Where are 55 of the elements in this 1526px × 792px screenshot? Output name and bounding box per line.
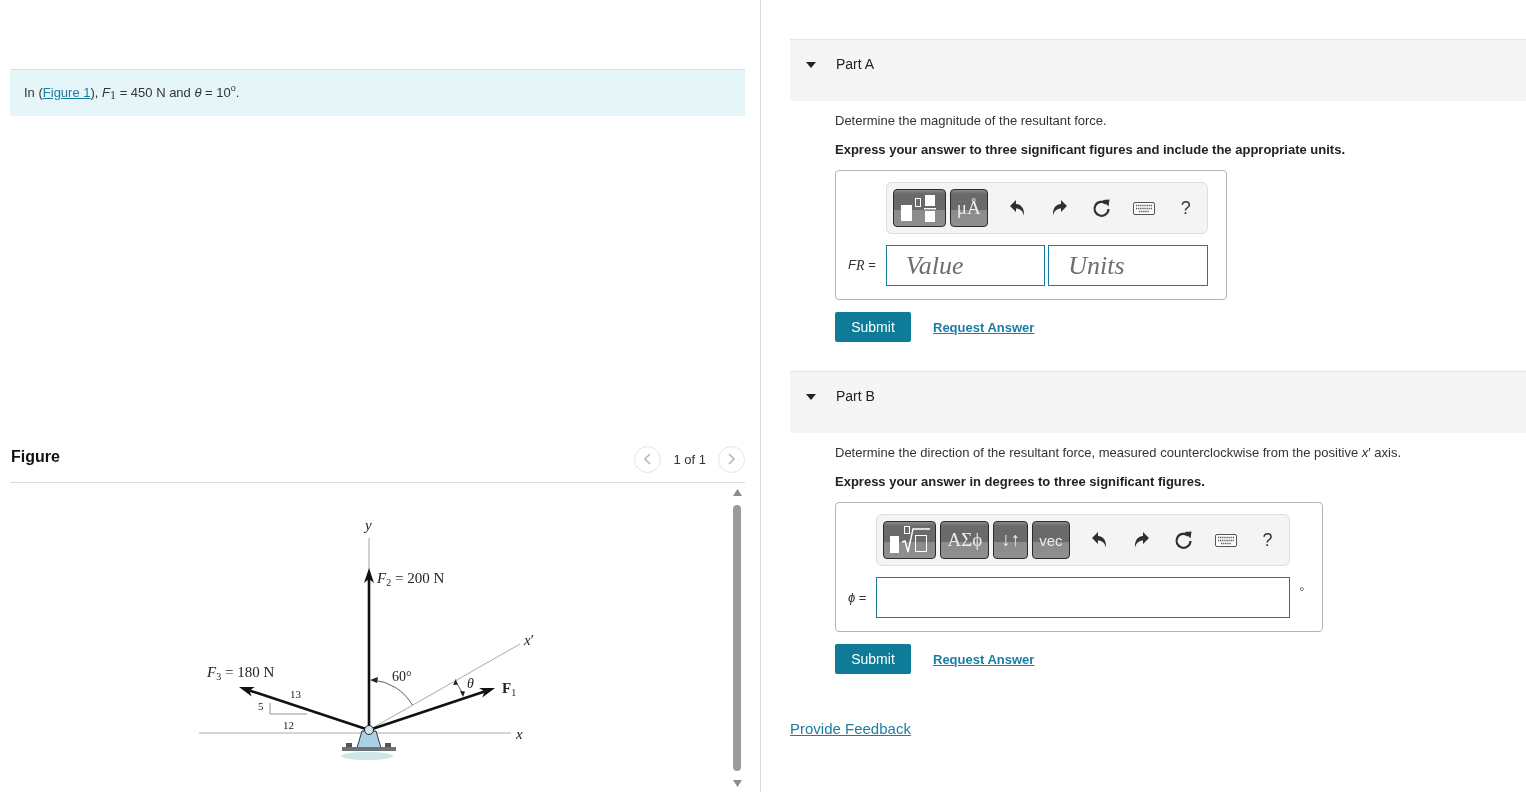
axis-label: x′: [524, 633, 534, 648]
redo-icon[interactable]: [1134, 532, 1150, 548]
answer-field[interactable]: [876, 577, 1290, 618]
slope-label: 13: [290, 689, 301, 700]
part-title: Part B: [836, 388, 875, 404]
part-header[interactable]: Part A: [790, 39, 1526, 101]
force-label: F$_{3}$ = 180 N: [207, 665, 275, 682]
symbol-key[interactable]: ↓↑: [993, 521, 1029, 559]
symbol-key[interactable]: ΑΣϕ: [940, 521, 990, 559]
scroll-up-icon[interactable]: [732, 489, 742, 496]
help-button[interactable]: ?: [1180, 197, 1191, 219]
symbol-key[interactable]: vec: [1032, 521, 1070, 559]
instruction-text: Express your answer in degrees to three significant figures.: [835, 474, 1206, 490]
request-answer-link[interactable]: Request Answer: [933, 319, 1035, 335]
fraction-template-icon: [901, 194, 938, 222]
slope-label: 12: [283, 720, 294, 731]
keyboard-icon[interactable]: [1214, 533, 1237, 547]
submit-button[interactable]: Submit: [835, 644, 911, 674]
undo-icon[interactable]: [1092, 532, 1108, 548]
part-header[interactable]: Part B: [790, 371, 1526, 433]
keyboard-icon[interactable]: [1132, 201, 1155, 215]
template-key[interactable]: [883, 521, 937, 559]
figure-link[interactable]: Figure 1: [42, 85, 91, 100]
symbol-key[interactable]: μÅ: [949, 189, 988, 227]
reset-icon[interactable]: [1174, 530, 1194, 550]
question-text: Determine the magnitude of the resultant force.: [835, 113, 1108, 129]
slope-label: 5: [258, 701, 264, 712]
template-key[interactable]: [892, 189, 946, 227]
submit-button[interactable]: Submit: [835, 312, 911, 342]
value-field[interactable]: Value: [885, 245, 1046, 286]
reset-icon[interactable]: [1092, 198, 1112, 218]
unit-label: °: [1299, 585, 1305, 599]
chevron-left-icon: [644, 453, 652, 465]
angle-label: 60°: [392, 670, 412, 684]
feedback-link[interactable]: Provide Feedback: [790, 720, 911, 737]
units-field[interactable]: Units: [1048, 245, 1208, 286]
force-label: F$_{1}$: [502, 681, 517, 698]
help-button[interactable]: ?: [1262, 529, 1273, 551]
page-indicator: 1 of 1: [673, 451, 706, 467]
force-label: F$_{2}$ = 200 N: [377, 571, 445, 588]
question-text: Determine the direction of the resultant force, measured counterclockwise from the positive x′ axis.: [835, 445, 1403, 461]
instruction-text: Express your answer to three significant figures and include the appropriate units.: [835, 142, 1346, 158]
angle-label: θ: [467, 677, 474, 691]
scroll-down-icon[interactable]: [732, 780, 742, 787]
scrollbar-thumb[interactable]: [733, 505, 741, 771]
radical-template-icon: [889, 526, 930, 554]
chevron-right-icon: [728, 453, 735, 465]
undo-icon[interactable]: [1010, 200, 1026, 216]
part-title: Part A: [836, 56, 875, 72]
request-answer-link[interactable]: Request Answer: [933, 651, 1035, 667]
redo-icon[interactable]: [1052, 200, 1068, 216]
answer-label: ϕ =: [848, 590, 867, 605]
axis-label: y: [365, 518, 372, 533]
axis-label: x: [516, 727, 523, 742]
figure-title: Figure: [11, 447, 60, 466]
